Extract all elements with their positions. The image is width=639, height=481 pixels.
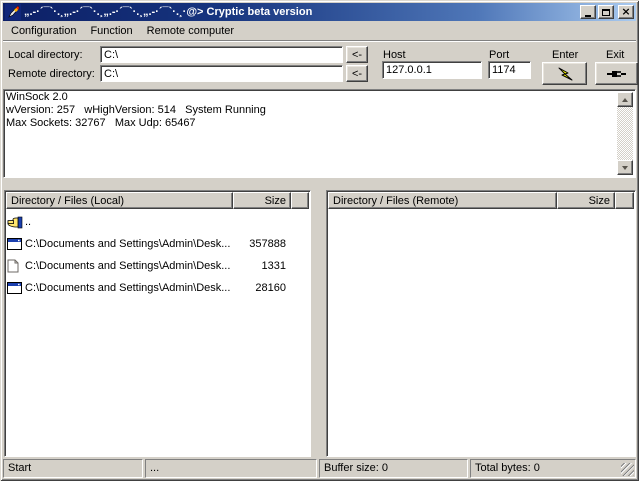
- remote-header-stub: [615, 192, 634, 209]
- back-arrow-icon: <-: [352, 68, 362, 80]
- maximize-button[interactable]: [598, 5, 614, 19]
- info-scrollbar[interactable]: [617, 92, 633, 175]
- status-pane-total-bytes: Total bytes: 0: [470, 459, 636, 478]
- file-name: C:\Documents and Settings\Admin\Desk...: [25, 260, 232, 272]
- status-pane-buffer-size: Buffer size: 0: [319, 459, 468, 478]
- exit-button[interactable]: [595, 62, 638, 85]
- remote-header-row: Directory / Files (Remote) Size: [328, 192, 634, 209]
- local-directory-input[interactable]: C:\: [100, 46, 343, 63]
- list-item-file[interactable]: C:\Documents and Settings\Admin\Desk... …: [5, 255, 310, 277]
- window-file-icon: [7, 238, 25, 250]
- lightning-icon: [557, 67, 573, 81]
- window-file-icon: [7, 282, 25, 294]
- maximize-icon: [602, 9, 610, 16]
- local-header-stub: [291, 192, 309, 209]
- status-pane-progress: ...: [145, 459, 317, 478]
- remote-file-list: [327, 209, 635, 211]
- connection-form: Local directory: C:\ <- Remote directory…: [3, 40, 636, 89]
- scroll-up-icon: [622, 98, 628, 102]
- port-input[interactable]: 1174: [488, 61, 531, 79]
- exit-label: Exit: [606, 49, 624, 61]
- total-bytes-text: Total bytes: 0: [475, 462, 540, 474]
- local-directory-label: Local directory:: [8, 49, 83, 61]
- resize-grip[interactable]: [621, 463, 634, 476]
- menu-function[interactable]: Function: [83, 23, 139, 39]
- remote-directory-back-button[interactable]: <-: [346, 65, 368, 82]
- list-item-file[interactable]: C:\Documents and Settings\Admin\Desk... …: [5, 277, 310, 299]
- scroll-down-button[interactable]: [617, 160, 633, 175]
- status-pane-start: Start: [3, 459, 143, 478]
- menu-remote-computer[interactable]: Remote computer: [140, 23, 241, 39]
- file-name: C:\Documents and Settings\Admin\Desk...: [25, 238, 232, 250]
- remote-directory-input[interactable]: C:\: [100, 65, 343, 82]
- status-bar: Start ... Buffer size: 0 Total bytes: 0: [3, 459, 636, 478]
- local-size-column-header[interactable]: Size: [233, 192, 291, 209]
- port-label: Port: [489, 49, 509, 61]
- minimize-icon: [585, 15, 591, 17]
- scroll-up-button[interactable]: [617, 92, 633, 107]
- file-size: 357888: [232, 238, 290, 250]
- close-icon: ×: [621, 6, 630, 17]
- title-bar[interactable]: „.-·´¯`·.¸„.-·´¯`·.¸„.-·´¯`·.¸„.-·´¯`·.¸…: [3, 3, 636, 21]
- local-files-panel: Directory / Files (Local) Size ..: [4, 190, 311, 457]
- local-file-list: .. C:\Documents and Settings\Admin\Desk.…: [5, 209, 310, 299]
- file-name: C:\Documents and Settings\Admin\Desk...: [25, 282, 232, 294]
- panel-splitter[interactable]: [311, 190, 326, 457]
- up-directory-hand-icon: [7, 216, 25, 229]
- list-item-up-directory[interactable]: ..: [5, 211, 310, 233]
- scroll-down-icon: [622, 166, 628, 170]
- winsock-info-text: WinSock 2.0 wVersion: 257 wHighVersion: …: [4, 90, 635, 131]
- host-label: Host: [383, 49, 406, 61]
- app-window: „.-·´¯`·.¸„.-·´¯`·.¸„.-·´¯`·.¸„.-·´¯`·.¸…: [0, 0, 639, 481]
- enter-label: Enter: [552, 49, 578, 61]
- local-name-column-header[interactable]: Directory / Files (Local): [6, 192, 233, 209]
- back-arrow-icon: <-: [352, 49, 362, 61]
- close-button[interactable]: ×: [618, 5, 634, 19]
- remote-files-panel: Directory / Files (Remote) Size: [326, 190, 636, 457]
- remote-name-column-header[interactable]: Directory / Files (Remote): [328, 192, 557, 209]
- remote-directory-label: Remote directory:: [8, 68, 95, 80]
- document-file-icon: [7, 259, 25, 273]
- local-header-row: Directory / Files (Local) Size: [6, 192, 309, 209]
- file-name: ..: [25, 216, 232, 228]
- winsock-info-box[interactable]: WinSock 2.0 wVersion: 257 wHighVersion: …: [3, 89, 636, 178]
- remote-size-column-header[interactable]: Size: [557, 192, 615, 209]
- file-size: 28160: [232, 282, 290, 294]
- local-directory-back-button[interactable]: <-: [346, 46, 368, 63]
- minimize-button[interactable]: [580, 5, 596, 19]
- list-item-file[interactable]: C:\Documents and Settings\Admin\Desk... …: [5, 233, 310, 255]
- file-size: 1331: [232, 260, 290, 272]
- menu-bar: Configuration Function Remote computer: [3, 21, 636, 40]
- plug-icon: [607, 68, 627, 80]
- host-input[interactable]: 127.0.0.1: [382, 61, 482, 79]
- menu-configuration[interactable]: Configuration: [4, 23, 83, 39]
- app-icon: [5, 4, 21, 20]
- enter-button[interactable]: [542, 62, 587, 85]
- window-title: „.-·´¯`·.¸„.-·´¯`·.¸„.-·´¯`·.¸„.-·´¯`·.¸…: [24, 6, 312, 18]
